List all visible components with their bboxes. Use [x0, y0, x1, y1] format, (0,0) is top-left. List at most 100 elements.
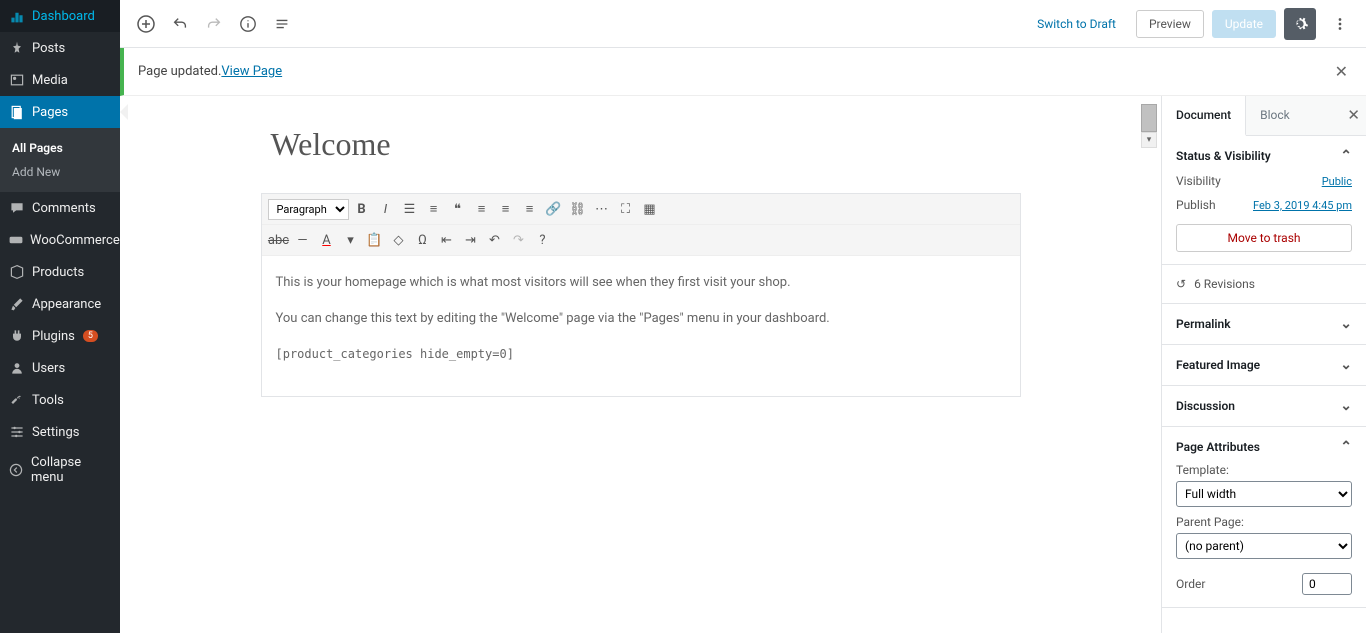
- fullscreen-button[interactable]: ⛶: [615, 198, 637, 220]
- sidebar-item-dashboard[interactable]: Dashboard: [0, 0, 120, 32]
- outline-button[interactable]: [266, 8, 298, 40]
- sidebar-label: Appearance: [32, 297, 101, 312]
- dismiss-notice-button[interactable]: ✕: [1331, 58, 1352, 85]
- align-right-button[interactable]: ≡: [519, 198, 541, 220]
- sidebar-label: Collapse menu: [31, 455, 112, 485]
- paste-button[interactable]: 📋: [364, 229, 386, 251]
- format-select[interactable]: Paragraph: [268, 199, 349, 220]
- publish-date-link[interactable]: Feb 3, 2019 4:45 pm: [1253, 199, 1352, 212]
- visibility-value-link[interactable]: Public: [1322, 175, 1352, 188]
- sidebar-label: Comments: [32, 201, 96, 216]
- sidebar-item-tools[interactable]: Tools: [0, 384, 120, 416]
- undo-button[interactable]: [164, 8, 196, 40]
- sidebar-item-appearance[interactable]: Appearance: [0, 288, 120, 320]
- topbar-left-tools: [130, 8, 298, 40]
- bold-button[interactable]: B: [351, 198, 373, 220]
- order-input[interactable]: [1302, 573, 1352, 595]
- sidebar-item-collapse[interactable]: Collapse menu: [0, 448, 120, 492]
- update-button[interactable]: Update: [1212, 10, 1276, 38]
- sidebar-sub-all-pages[interactable]: All Pages: [0, 136, 120, 160]
- strikethrough-button[interactable]: abc: [268, 229, 290, 251]
- preview-button[interactable]: Preview: [1136, 10, 1204, 38]
- close-panel-button[interactable]: ✕: [1347, 106, 1360, 124]
- panel-tabs: Document Block ✕: [1162, 96, 1366, 136]
- sidebar-item-users[interactable]: Users: [0, 352, 120, 384]
- view-page-link[interactable]: View Page: [221, 64, 282, 79]
- sidebar-submenu-pages: All Pages Add New: [0, 128, 120, 192]
- tab-block[interactable]: Block: [1246, 96, 1304, 135]
- page-title-input[interactable]: Welcome: [271, 126, 1021, 163]
- parent-page-select[interactable]: (no parent): [1176, 533, 1352, 559]
- body-paragraph[interactable]: This is your homepage which is what most…: [276, 272, 1006, 294]
- hr-button[interactable]: —: [292, 229, 314, 251]
- topbar-right-tools: Switch to Draft Preview Update: [1025, 8, 1356, 40]
- switch-to-draft-button[interactable]: Switch to Draft: [1025, 11, 1128, 37]
- collapse-icon: [8, 461, 25, 479]
- sidebar-item-products[interactable]: Products: [0, 256, 120, 288]
- brush-icon: [8, 295, 26, 313]
- clear-format-button[interactable]: ◇: [388, 229, 410, 251]
- sidebar-item-posts[interactable]: Posts: [0, 32, 120, 64]
- scrollbar[interactable]: ▾: [1141, 104, 1157, 148]
- template-label: Template:: [1176, 463, 1352, 477]
- tab-document[interactable]: Document: [1162, 96, 1246, 136]
- unlink-button[interactable]: ⛓: [567, 198, 589, 220]
- italic-button[interactable]: I: [375, 198, 397, 220]
- page-attributes-section: Page Attributes ⌃ Template: Full width P…: [1162, 427, 1366, 608]
- status-visibility-header[interactable]: Status & Visibility ⌃: [1176, 148, 1352, 164]
- sidebar-sub-add-new[interactable]: Add New: [0, 160, 120, 184]
- redo-button[interactable]: [198, 8, 230, 40]
- editor-wrap: ▾ Welcome Paragraph B I ☰ ≡ ❝ ≡ ≡ ≡ 🔗: [120, 96, 1366, 633]
- sidebar-item-settings[interactable]: Settings: [0, 416, 120, 448]
- scroll-thumb[interactable]: [1141, 104, 1157, 132]
- align-left-button[interactable]: ≡: [471, 198, 493, 220]
- sidebar-item-comments[interactable]: Comments: [0, 192, 120, 224]
- sidebar-item-plugins[interactable]: Plugins 5: [0, 320, 120, 352]
- template-select[interactable]: Full width: [1176, 481, 1352, 507]
- redo-editor-button[interactable]: ↷: [508, 229, 530, 251]
- text-color-button[interactable]: A: [316, 229, 338, 251]
- sidebar-item-media[interactable]: Media: [0, 64, 120, 96]
- more-options-button[interactable]: [1324, 8, 1356, 40]
- scroll-down-arrow[interactable]: ▾: [1141, 132, 1157, 148]
- page-updated-notice: Page updated. View Page ✕: [120, 48, 1366, 96]
- body-shortcode[interactable]: [product_categories hide_empty=0]: [276, 347, 514, 361]
- chevron-down-icon: ⌄: [1340, 357, 1352, 373]
- page-attributes-header[interactable]: Page Attributes ⌃: [1176, 439, 1352, 455]
- main-area: Switch to Draft Preview Update Page upda…: [120, 0, 1366, 633]
- settings-toggle-button[interactable]: [1284, 8, 1316, 40]
- more-button[interactable]: ⋯: [591, 198, 613, 220]
- permalink-section[interactable]: Permalink⌄: [1162, 304, 1366, 345]
- publish-label: Publish: [1176, 198, 1216, 212]
- info-button[interactable]: [232, 8, 264, 40]
- sidebar-label: Pages: [32, 105, 68, 120]
- bullet-list-button[interactable]: ☰: [399, 198, 421, 220]
- status-visibility-section: Status & Visibility ⌃ Visibility Public …: [1162, 136, 1366, 265]
- editor-body[interactable]: This is your homepage which is what most…: [262, 256, 1020, 396]
- undo-editor-button[interactable]: ↶: [484, 229, 506, 251]
- featured-image-section[interactable]: Featured Image⌄: [1162, 345, 1366, 386]
- revisions-link[interactable]: ↺ 6 Revisions: [1162, 265, 1366, 304]
- sidebar-label: Posts: [32, 41, 65, 56]
- editor-content[interactable]: ▾ Welcome Paragraph B I ☰ ≡ ❝ ≡ ≡ ≡ 🔗: [120, 96, 1161, 633]
- help-button[interactable]: ?: [532, 229, 554, 251]
- outdent-button[interactable]: ⇤: [436, 229, 458, 251]
- align-center-button[interactable]: ≡: [495, 198, 517, 220]
- revisions-count: 6 Revisions: [1194, 277, 1255, 291]
- body-paragraph[interactable]: You can change this text by editing the …: [276, 308, 1006, 330]
- move-to-trash-button[interactable]: Move to trash: [1176, 224, 1352, 252]
- indent-button[interactable]: ⇥: [460, 229, 482, 251]
- sidebar-item-pages[interactable]: Pages: [0, 96, 120, 128]
- numbered-list-button[interactable]: ≡: [423, 198, 445, 220]
- toolbar-toggle-button[interactable]: ▦: [639, 198, 661, 220]
- link-button[interactable]: 🔗: [543, 198, 565, 220]
- discussion-section[interactable]: Discussion⌄: [1162, 386, 1366, 427]
- special-char-button[interactable]: Ω: [412, 229, 434, 251]
- box-icon: [8, 263, 26, 281]
- classic-editor-block[interactable]: Paragraph B I ☰ ≡ ❝ ≡ ≡ ≡ 🔗 ⛓ ⋯ ⛶ ▦: [261, 193, 1021, 397]
- blockquote-button[interactable]: ❝: [447, 198, 469, 220]
- text-color-dropdown[interactable]: ▾: [340, 229, 362, 251]
- order-label: Order: [1176, 577, 1205, 591]
- add-block-button[interactable]: [130, 8, 162, 40]
- sidebar-item-woocommerce[interactable]: WooCommerce: [0, 224, 120, 256]
